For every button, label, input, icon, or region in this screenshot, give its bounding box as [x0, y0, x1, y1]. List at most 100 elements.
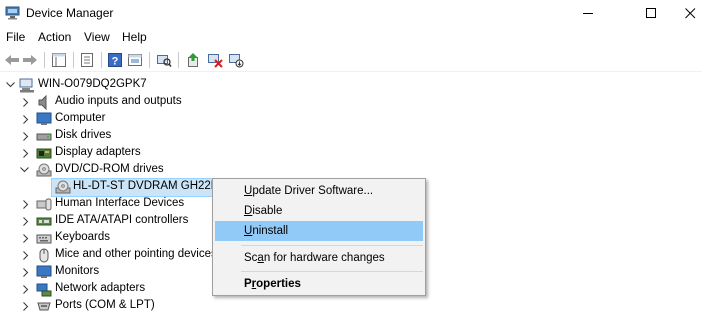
menu-item-uninstall[interactable]: Uninstall: [215, 221, 423, 241]
ide-controller-icon: [36, 217, 52, 226]
tree-item-dvd-cd-rom-drives[interactable]: DVD/CD-ROM drives: [0, 162, 400, 179]
menu-item-label: Disable: [244, 205, 283, 217]
tree-item-label: Network adapters: [55, 282, 146, 294]
help-icon: ?: [108, 53, 122, 68]
show-view-icon: [128, 54, 142, 66]
properties-button[interactable]: [78, 51, 96, 69]
menu-item-label: Properties: [244, 278, 301, 290]
monitor-icon: [36, 112, 52, 125]
speaker-icon: [38, 95, 47, 110]
toolbar-separator: [178, 52, 179, 68]
uninstall-device-button[interactable]: [206, 51, 224, 69]
help-button[interactable]: ?: [106, 51, 124, 69]
monitor-icon: [36, 265, 52, 278]
download-driver-button[interactable]: [227, 51, 245, 69]
chevron-right-icon[interactable]: [21, 300, 31, 311]
toolbar: ?: [0, 48, 702, 72]
chevron-right-icon[interactable]: [21, 96, 31, 108]
menu-item-properties[interactable]: Properties: [215, 274, 423, 294]
tree-item-label: HL-DT-ST DVDRAM GH22NS: [73, 180, 227, 192]
chevron-down-icon[interactable]: [19, 164, 29, 176]
maximize-icon: [645, 7, 656, 18]
tree-item-label: Disk drives: [55, 129, 112, 141]
download-driver-icon: [229, 54, 244, 68]
forward-button[interactable]: [21, 51, 39, 69]
close-button[interactable]: [667, 0, 702, 26]
context-menu: Update Driver Software... Disable Uninst…: [212, 178, 426, 296]
chevron-right-icon[interactable]: [21, 113, 31, 125]
show-view-button[interactable]: [126, 51, 144, 69]
menu-file[interactable]: File: [6, 30, 25, 44]
toolbar-separator: [149, 52, 150, 68]
menu-separator: [241, 271, 423, 272]
menu-item-scan-hardware[interactable]: Scan for hardware changes: [215, 248, 423, 268]
menu-view[interactable]: View: [84, 30, 110, 44]
scan-hardware-button[interactable]: [155, 51, 173, 69]
show-hide-console-tree-button[interactable]: [50, 51, 68, 69]
tree-item-audio[interactable]: Audio inputs and outputs: [0, 94, 400, 111]
tree-item-label: Audio inputs and outputs: [55, 95, 182, 107]
tree-item-computer[interactable]: Computer: [0, 111, 400, 128]
cd-drive-icon: [36, 163, 52, 177]
forward-arrow-icon: [23, 55, 37, 65]
tree-item-display-adapters[interactable]: Display adapters: [0, 145, 400, 162]
update-driver-icon: [188, 53, 198, 67]
scan-hardware-icon: [157, 55, 172, 67]
menu-item-disable[interactable]: Disable: [215, 201, 423, 221]
tree-item-label: Human Interface Devices: [55, 197, 185, 209]
tree-item-disk-drives[interactable]: Disk drives: [0, 128, 400, 145]
toolbar-separator: [44, 52, 45, 68]
chevron-right-icon[interactable]: [21, 215, 31, 227]
menu-item-update-driver[interactable]: Update Driver Software...: [215, 181, 423, 201]
menu-bar: File Action View Help: [0, 27, 702, 47]
port-icon: [37, 302, 51, 311]
menu-item-label: Uninstall: [244, 225, 289, 237]
tree-item-label: Monitors: [55, 265, 100, 277]
tree-item-label: IDE ATA/ATAPI controllers: [55, 214, 189, 226]
network-adapter-icon: [36, 283, 52, 297]
properties-pane-icon: [52, 53, 66, 67]
back-button[interactable]: [3, 51, 21, 69]
back-arrow-icon: [5, 55, 19, 65]
tree-item-label: Keyboards: [55, 231, 110, 243]
tree-item-label: Display adapters: [55, 146, 141, 158]
display-adapter-icon: [36, 148, 52, 159]
menu-action[interactable]: Action: [38, 30, 71, 44]
tree-item-label: DVD/CD-ROM drives: [55, 163, 164, 175]
cd-drive-icon: [55, 180, 71, 194]
tree-item-label: Ports (COM & LPT): [55, 299, 155, 311]
chevron-right-icon[interactable]: [21, 147, 31, 159]
close-icon: [684, 7, 695, 18]
minimize-button[interactable]: [565, 0, 611, 26]
menu-separator: [241, 245, 423, 246]
tree-item-label: Computer: [55, 112, 106, 124]
uninstall-device-icon: [208, 54, 223, 68]
tree-root[interactable]: WIN-O079DQ2GPK7: [0, 77, 400, 94]
chevron-right-icon[interactable]: [21, 130, 31, 142]
tree-item-ports[interactable]: Ports (COM & LPT): [0, 298, 400, 311]
tree-item-hl-dt-st-dvdram[interactable]: HL-DT-ST DVDRAM GH22NS: [51, 178, 227, 197]
menu-help[interactable]: Help: [122, 30, 147, 44]
title-bar: Device Manager: [0, 0, 702, 26]
update-driver-button[interactable]: [184, 51, 202, 69]
menu-item-label: Scan for hardware changes: [244, 252, 385, 264]
chevron-right-icon[interactable]: [21, 198, 31, 210]
chevron-right-icon[interactable]: [21, 232, 31, 244]
minimize-icon: [582, 12, 593, 14]
tree-item-label: Mice and other pointing devices: [55, 248, 217, 260]
chevron-right-icon[interactable]: [21, 249, 31, 261]
toolbar-separator: [73, 52, 74, 68]
device-list-icon: [81, 53, 93, 67]
hid-icon: [36, 198, 52, 211]
mouse-icon: [39, 248, 49, 263]
window-title: Device Manager: [26, 6, 114, 20]
chevron-right-icon[interactable]: [21, 283, 31, 295]
disk-drive-icon: [36, 133, 52, 141]
keyboard-icon: [36, 234, 52, 244]
chevron-right-icon[interactable]: [21, 266, 31, 278]
chevron-down-icon[interactable]: [5, 79, 15, 91]
tree-root-label: WIN-O079DQ2GPK7: [38, 78, 147, 90]
computer-icon: [19, 78, 34, 93]
menu-item-label: Update Driver Software...: [244, 185, 374, 197]
svg-text:?: ?: [112, 56, 119, 68]
